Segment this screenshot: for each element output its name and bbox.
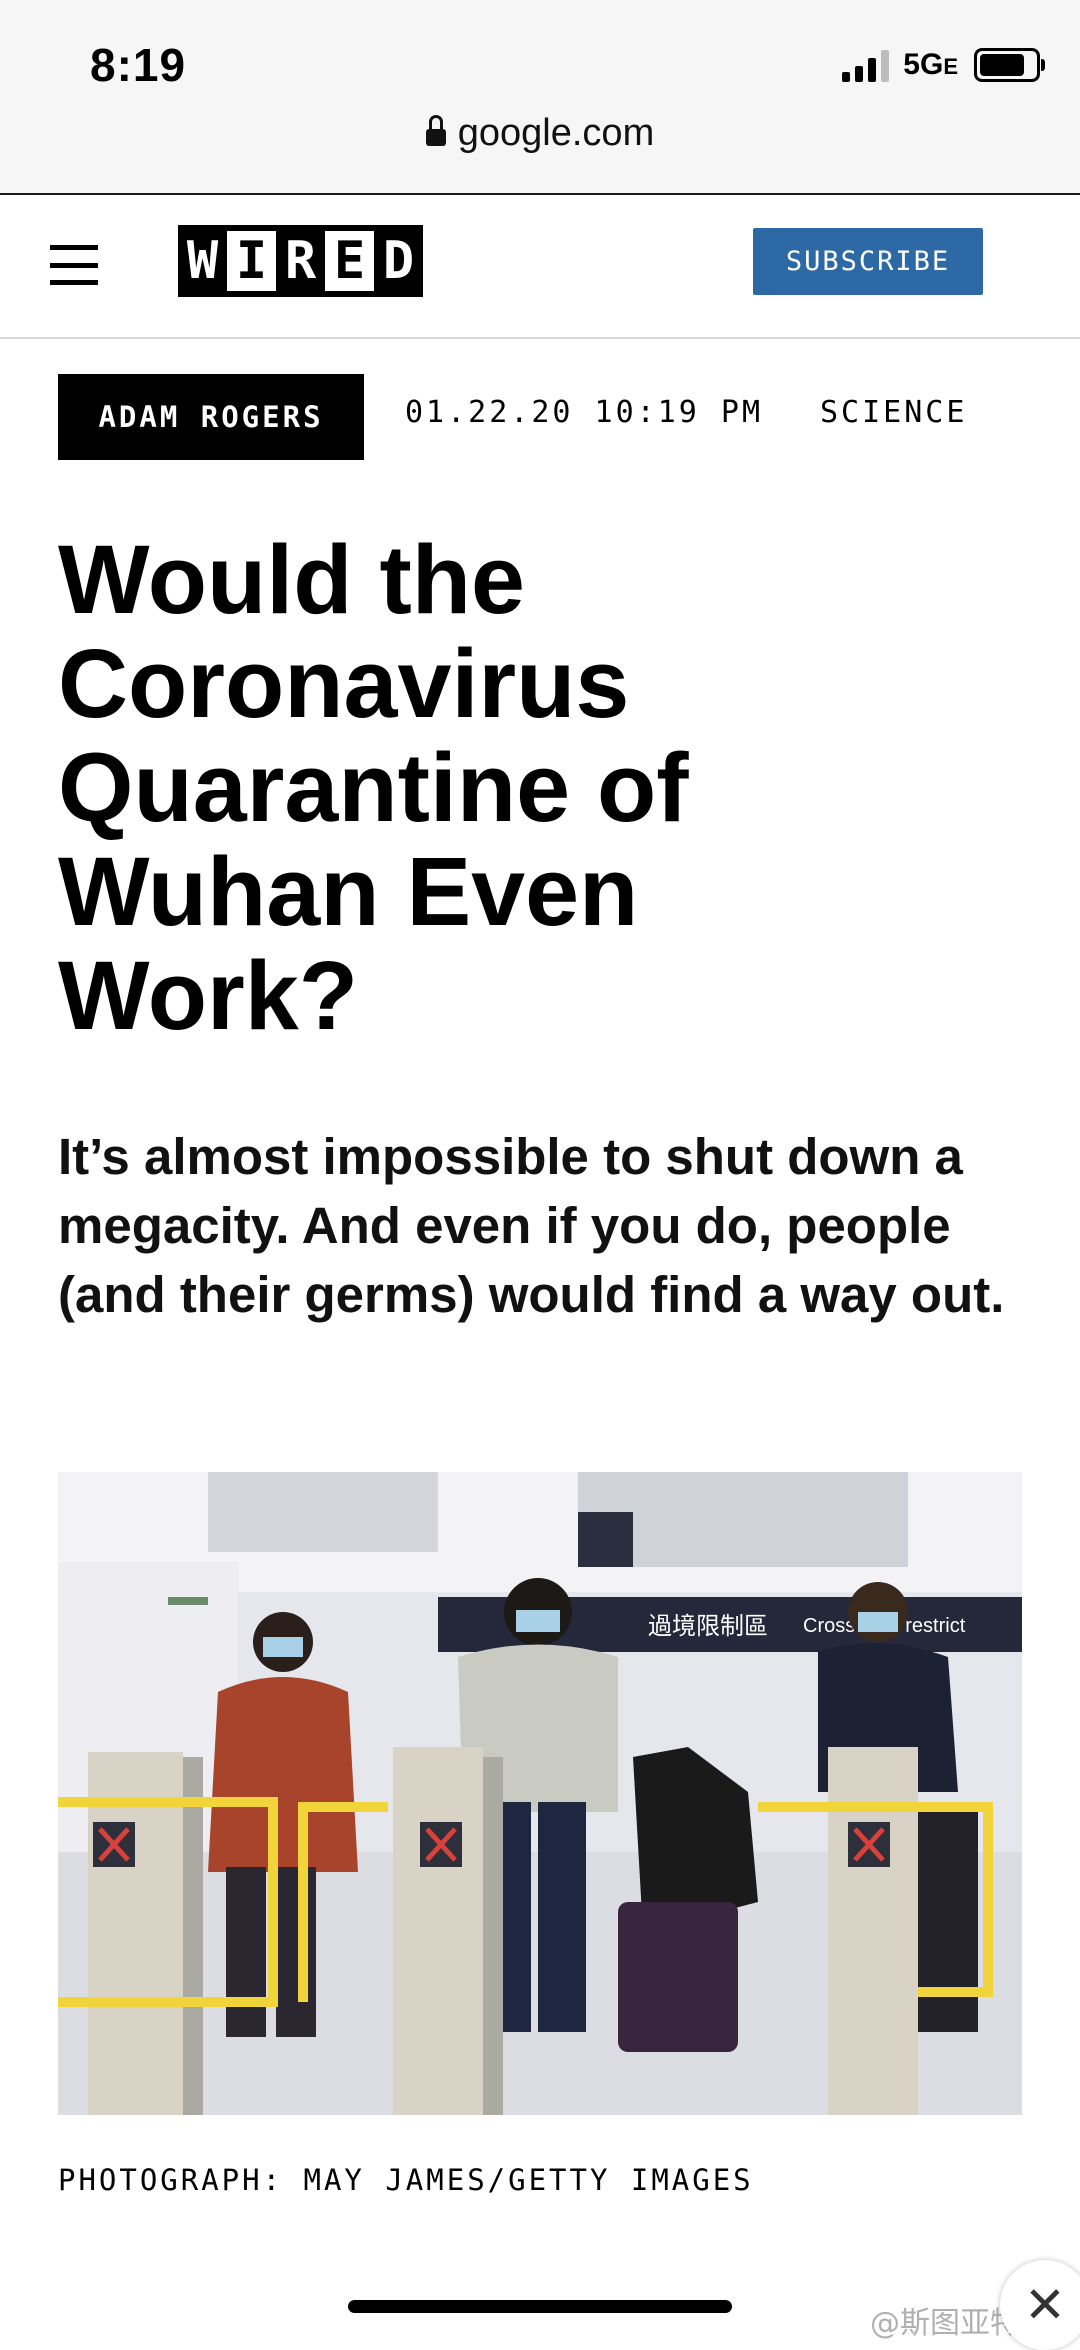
url-domain: google.com: [457, 112, 655, 154]
browser-top-bar: 8:19 5GE google.com: [0, 0, 1080, 195]
photo-credit: PHOTOGRAPH: MAY JAMES/GETTY IMAGES: [58, 2163, 754, 2197]
article-headline: Would the Coronavirus Quarantine of Wuha…: [58, 525, 689, 1050]
status-indicators: 5GE: [842, 48, 1045, 82]
article-photo: 過境限制區 Cross dary restrict: [58, 1472, 1022, 2115]
battery-level: [980, 54, 1024, 76]
logo-letter: E: [325, 225, 374, 297]
url-bar[interactable]: google.com: [0, 112, 1080, 155]
battery-icon: [974, 48, 1045, 82]
photo-illustration: 過境限制區 Cross dary restrict: [58, 1472, 1022, 2115]
article-dek: It’s almost impossible to shut down a me…: [58, 1128, 1005, 1323]
site-header: WIRED SUBSCRIBE: [0, 195, 1080, 339]
lock-icon: [425, 115, 446, 146]
hamburger-menu-icon[interactable]: [50, 245, 98, 285]
status-time: 8:19: [90, 39, 187, 91]
logo-letter: I: [227, 225, 276, 297]
cellular-signal-icon: [842, 48, 890, 82]
logo-letter: W: [178, 225, 227, 297]
section-link[interactable]: SCIENCE: [820, 395, 967, 430]
logo-letter: R: [276, 225, 325, 297]
network-type: 5GE: [903, 48, 958, 81]
logo-letter: D: [374, 225, 423, 297]
home-indicator[interactable]: [348, 2300, 732, 2313]
author-link[interactable]: ADAM ROGERS: [58, 374, 364, 460]
publish-date: 01.22.20 10:19 PM: [405, 395, 764, 430]
close-icon[interactable]: ✕: [1000, 2260, 1080, 2350]
sign-chinese: 過境限制區: [648, 1612, 768, 1640]
wired-logo[interactable]: WIRED: [178, 225, 423, 297]
subscribe-button[interactable]: SUBSCRIBE: [753, 228, 983, 295]
